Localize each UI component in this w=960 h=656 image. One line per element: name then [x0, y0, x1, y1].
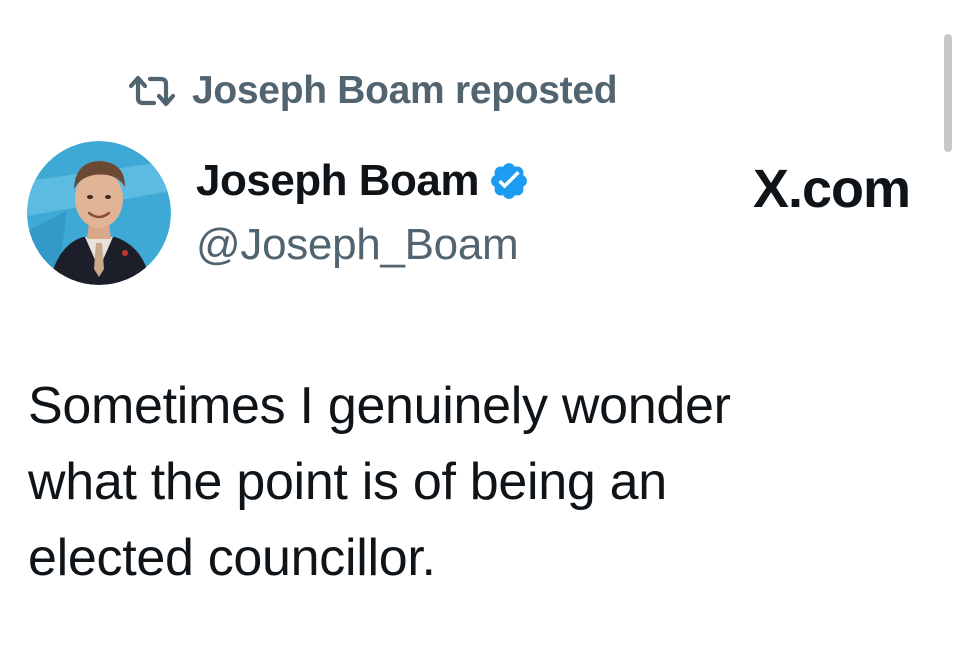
tweet-text: Sometimes I genuinely wonder what the po… [28, 368, 908, 596]
verified-badge-icon[interactable] [487, 159, 531, 203]
repost-icon [126, 73, 178, 109]
tweet-line: what the point is of being an [28, 453, 667, 511]
author-name[interactable]: Joseph Boam [196, 156, 480, 206]
author-name-row[interactable]: Joseph Boam [196, 156, 531, 206]
tweet-line: Sometimes I genuinely wonder [28, 377, 731, 435]
tweet-line: elected councillor. [28, 529, 436, 587]
avatar[interactable] [27, 141, 171, 285]
scrollbar[interactable] [944, 34, 952, 152]
site-watermark: X.com [752, 159, 911, 219]
author-handle[interactable]: @Joseph_Boam [196, 220, 519, 270]
repost-indicator[interactable]: Joseph Boam reposted [126, 64, 618, 118]
repost-label: Joseph Boam reposted [192, 69, 618, 112]
